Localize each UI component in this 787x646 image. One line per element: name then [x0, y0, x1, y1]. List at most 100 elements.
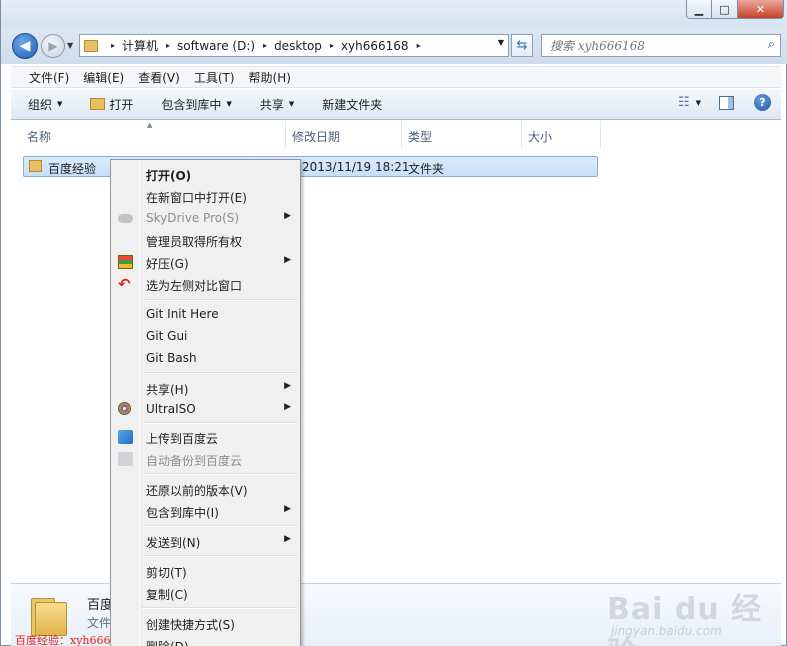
menu-separator: [142, 473, 297, 475]
maximize-button[interactable]: □: [712, 0, 738, 19]
ctx-git-init[interactable]: Git Init Here: [111, 303, 300, 325]
details-type: 文件: [87, 616, 112, 630]
breadcrumb-separator[interactable]: ▸: [417, 41, 421, 50]
search-input[interactable]: [550, 38, 750, 53]
breadcrumb-current-folder[interactable]: xyh666168: [341, 39, 409, 53]
menu-view[interactable]: 查看(V): [138, 69, 180, 86]
ctx-label: Git Bash: [146, 351, 197, 365]
ctx-label: 删除(D): [146, 638, 189, 646]
ctx-share[interactable]: 共享(H) ▶: [111, 377, 300, 399]
ctx-label: 复制(C): [146, 588, 188, 602]
ctx-select-left-compare[interactable]: ↶ 选为左侧对比窗口: [111, 273, 300, 295]
address-bar[interactable]: ▸ 计算机 ▸ software (D:) ▸ desktop ▸ xyh666…: [79, 34, 509, 57]
baidu-cloud-upload-icon: [118, 430, 133, 444]
submenu-arrow-icon: ▶: [284, 504, 291, 514]
menu-help[interactable]: 帮助(H): [249, 69, 291, 86]
menu-separator: [142, 525, 297, 527]
breadcrumb-drive[interactable]: software (D:): [177, 39, 255, 53]
ctx-label: SkyDrive Pro(S): [146, 211, 240, 225]
menu-separator: [142, 555, 297, 557]
include-in-library-button[interactable]: 包含到库中 ▼: [161, 96, 231, 113]
column-header-modified[interactable]: 修改日期: [286, 121, 402, 149]
organize-label: 组织: [28, 97, 53, 112]
ctx-upload-baidu-cloud[interactable]: 上传到百度云: [111, 426, 300, 448]
breadcrumb-separator[interactable]: ▸: [330, 41, 334, 50]
ctx-label: 包含到库中(I): [146, 506, 219, 520]
breadcrumb-separator[interactable]: ▸: [263, 41, 267, 50]
help-icon[interactable]: ?: [754, 94, 771, 111]
organize-button[interactable]: 组织 ▼: [28, 96, 62, 113]
ctx-create-shortcut[interactable]: 创建快捷方式(S): [111, 612, 300, 634]
breadcrumb-separator[interactable]: ▸: [166, 41, 170, 50]
ctx-auto-backup-baidu-cloud[interactable]: 自动备份到百度云: [111, 448, 300, 470]
ctx-restore-previous-versions[interactable]: 还原以前的版本(V): [111, 478, 300, 500]
ctx-copy[interactable]: 复制(C): [111, 582, 300, 604]
watermark-url: jingyan.baidu.com: [611, 624, 722, 638]
new-folder-button[interactable]: 新建文件夹: [322, 96, 382, 113]
ctx-delete[interactable]: 删除(D): [111, 634, 300, 646]
ctx-open[interactable]: 打开(O): [111, 163, 300, 185]
ctx-label: 打开(O): [146, 169, 192, 183]
minimize-button[interactable]: ▁: [686, 0, 712, 19]
search-box[interactable]: ⌕: [541, 34, 781, 57]
ctx-include-in-library[interactable]: 包含到库中(I) ▶: [111, 500, 300, 522]
file-modified: 2013/11/19 18:21: [302, 160, 410, 174]
ctx-label: 共享(H): [146, 383, 189, 397]
preview-pane-icon[interactable]: [719, 95, 734, 110]
ctx-git-bash[interactable]: Git Bash: [111, 347, 300, 369]
address-row: ◀ ▶ ▼ ▸ 计算机 ▸ software (D:) ▸ desktop ▸ …: [1, 28, 787, 64]
open-folder-icon: [90, 98, 106, 110]
menu-tools[interactable]: 工具(T): [194, 69, 235, 86]
chevron-down-icon: ▼: [226, 100, 232, 108]
large-folder-icon: [31, 596, 71, 636]
recent-pages-dropdown[interactable]: ▼: [67, 41, 73, 50]
haozip-icon: [118, 255, 133, 269]
chevron-down-icon: ▼: [57, 100, 63, 108]
ctx-label: Git Init Here: [146, 307, 219, 321]
search-icon[interactable]: ⌕: [768, 37, 775, 52]
ctx-open-new-window[interactable]: 在新窗口中打开(E): [111, 185, 300, 207]
ctx-label: 还原以前的版本(V): [146, 484, 248, 498]
breadcrumb-computer[interactable]: 计算机: [122, 37, 158, 54]
menu-separator: [142, 607, 297, 609]
ctx-haozip[interactable]: 好压(G) ▶: [111, 251, 300, 273]
file-name: 百度经验: [48, 162, 97, 176]
title-bar: ▁ □ ✕: [1, 0, 787, 28]
ctx-git-gui[interactable]: Git Gui: [111, 325, 300, 347]
ctx-label: 在新窗口中打开(E): [146, 191, 247, 205]
close-button[interactable]: ✕: [738, 0, 784, 19]
address-history-dropdown[interactable]: ▼: [498, 38, 504, 47]
chevron-down-icon: ▼: [288, 100, 295, 108]
view-controls: ☷ ▼ ?: [678, 94, 771, 111]
forward-button[interactable]: ▶: [41, 34, 65, 58]
chevron-down-icon[interactable]: ▼: [696, 99, 701, 107]
ctx-skydrive-pro[interactable]: SkyDrive Pro(S) ▶: [111, 207, 300, 229]
include-library-label: 包含到库中: [161, 97, 222, 112]
ultraiso-icon: [118, 402, 131, 415]
share-label: 共享: [259, 97, 284, 112]
submenu-arrow-icon: ▶: [284, 534, 291, 544]
menu-bar: 文件(F) 编辑(E) 查看(V) 工具(T) 帮助(H): [11, 66, 781, 88]
breadcrumb-separator[interactable]: ▸: [111, 41, 115, 50]
share-button[interactable]: 共享 ▼: [260, 96, 294, 113]
back-button[interactable]: ◀: [12, 33, 38, 59]
refresh-button[interactable]: ⇆: [511, 34, 533, 57]
ctx-ultraiso[interactable]: UltraISO ▶: [111, 398, 300, 420]
view-options-icon[interactable]: ☷: [678, 95, 690, 110]
ctx-take-ownership[interactable]: 管理员取得所有权: [111, 229, 300, 251]
menu-edit[interactable]: 编辑(E): [83, 69, 124, 86]
ctx-label: Git Gui: [146, 329, 188, 343]
menu-separator: [142, 422, 297, 424]
ctx-send-to[interactable]: 发送到(N) ▶: [111, 530, 300, 552]
breadcrumb-desktop[interactable]: desktop: [274, 39, 322, 53]
column-header-type[interactable]: 类型: [402, 121, 522, 149]
column-header-name[interactable]: 名称: [21, 121, 286, 149]
baidu-cloud-backup-icon: [118, 452, 133, 466]
command-bar: 组织 ▼ 打开 包含到库中 ▼ 共享 ▼ 新建文件夹 ☷ ▼ ?: [11, 89, 781, 120]
ctx-label: 创建快捷方式(S): [146, 618, 235, 632]
open-button[interactable]: 打开: [90, 96, 133, 113]
column-header-size[interactable]: 大小: [522, 121, 601, 149]
ctx-label: UltraISO: [146, 402, 196, 416]
menu-file[interactable]: 文件(F): [29, 69, 69, 86]
ctx-cut[interactable]: 剪切(T): [111, 560, 300, 582]
